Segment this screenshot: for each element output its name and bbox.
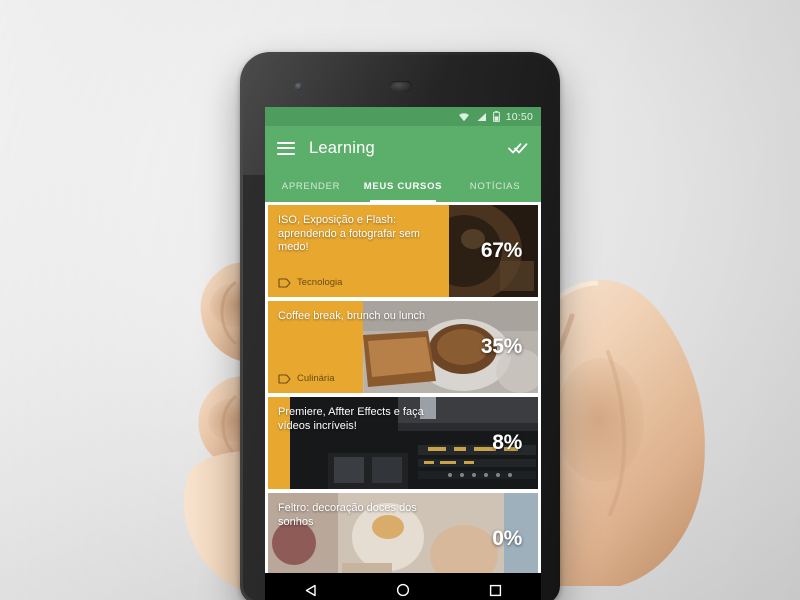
wifi-icon xyxy=(458,112,469,121)
battery-icon xyxy=(492,111,500,122)
tab-bar: APRENDER MEUS CURSOS NOTÍCIAS xyxy=(265,170,541,202)
course-tag: Culinária xyxy=(278,373,528,384)
course-card[interactable]: Premiere, Affter Effects e faça vídeos i… xyxy=(268,397,538,489)
status-bar: 10:50 xyxy=(265,107,541,126)
course-card[interactable]: ISO, Exposição e Flash: aprendendo a fot… xyxy=(268,205,538,297)
course-title: Premiere, Affter Effects e faça vídeos i… xyxy=(278,406,424,432)
label-tag-icon xyxy=(278,277,291,288)
status-bar-time: 10:50 xyxy=(505,110,533,123)
done-all-icon[interactable] xyxy=(507,137,529,159)
page-title: Learning xyxy=(309,138,375,157)
phone-device: 10:50 Learning APRENDER MEUS CURSOS NOTÍ… xyxy=(240,52,560,600)
back-triangle-icon[interactable] xyxy=(294,573,328,600)
course-tag-label: Culinária xyxy=(297,373,335,384)
course-card[interactable]: Feltro: decoração doces dos sonhos 0% xyxy=(268,493,538,585)
course-tag-label: Tecnologia xyxy=(297,277,343,288)
recents-square-icon[interactable] xyxy=(478,573,512,600)
course-percent: 35% xyxy=(480,335,522,358)
label-tag-icon xyxy=(278,373,291,384)
course-card[interactable]: Coffee break, brunch ou lunch Culinária … xyxy=(268,301,538,393)
course-list: ISO, Exposição e Flash: aprendendo a fot… xyxy=(265,202,541,585)
course-title: Coffee break, brunch ou lunch xyxy=(278,310,426,322)
hamburger-menu-icon[interactable] xyxy=(277,141,295,155)
tab-meus-cursos[interactable]: MEUS CURSOS xyxy=(357,170,449,202)
cellular-signal-icon xyxy=(477,112,486,121)
app-toolbar: Learning xyxy=(265,126,541,170)
tab-noticias[interactable]: NOTÍCIAS xyxy=(449,170,541,202)
screenshot-stage: 10:50 Learning APRENDER MEUS CURSOS NOTÍ… xyxy=(0,0,800,600)
home-circle-icon[interactable] xyxy=(386,573,420,600)
course-title: Feltro: decoração doces dos sonhos xyxy=(278,502,417,528)
android-navigation-bar xyxy=(265,573,541,600)
tab-aprender[interactable]: APRENDER xyxy=(265,170,357,202)
front-camera-icon xyxy=(295,83,303,91)
phone-bezel: 10:50 Learning APRENDER MEUS CURSOS NOTÍ… xyxy=(243,55,557,600)
course-percent: 8% xyxy=(492,431,522,454)
phone-screen: 10:50 Learning APRENDER MEUS CURSOS NOTÍ… xyxy=(265,107,541,600)
earpiece-speaker-icon xyxy=(390,81,412,92)
course-tag: Tecnologia xyxy=(278,277,528,288)
course-percent: 67% xyxy=(480,239,522,262)
course-title: ISO, Exposição e Flash: aprendendo a fot… xyxy=(278,214,420,253)
course-percent: 0% xyxy=(492,527,522,550)
